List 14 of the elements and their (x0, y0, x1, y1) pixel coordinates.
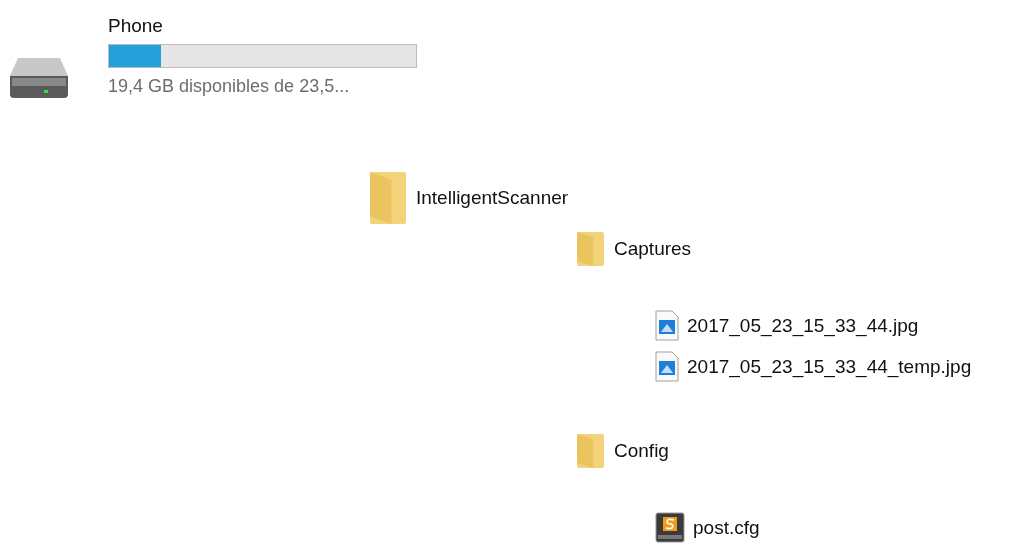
folder-icon (370, 172, 406, 224)
item-name[interactable]: 2017_05_23_15_33_44.jpg (687, 314, 919, 337)
image-file-icon (655, 310, 679, 341)
drive-name[interactable]: Phone (108, 14, 428, 38)
item-name[interactable]: 2017_05_23_15_33_44_temp.jpg (687, 355, 972, 378)
item-name[interactable]: Captures (614, 238, 692, 260)
image-file-icon (655, 351, 679, 382)
item-name[interactable]: Config (614, 440, 669, 462)
item-name[interactable]: post.cfg (693, 516, 760, 539)
item-name[interactable]: IntelligentScanner (416, 187, 569, 209)
folder-icon (577, 434, 604, 468)
folder-icon (577, 232, 604, 266)
free-space-text: 19,4 GB disponibles de 23,5... (108, 76, 351, 97)
script-file-icon (655, 512, 685, 543)
